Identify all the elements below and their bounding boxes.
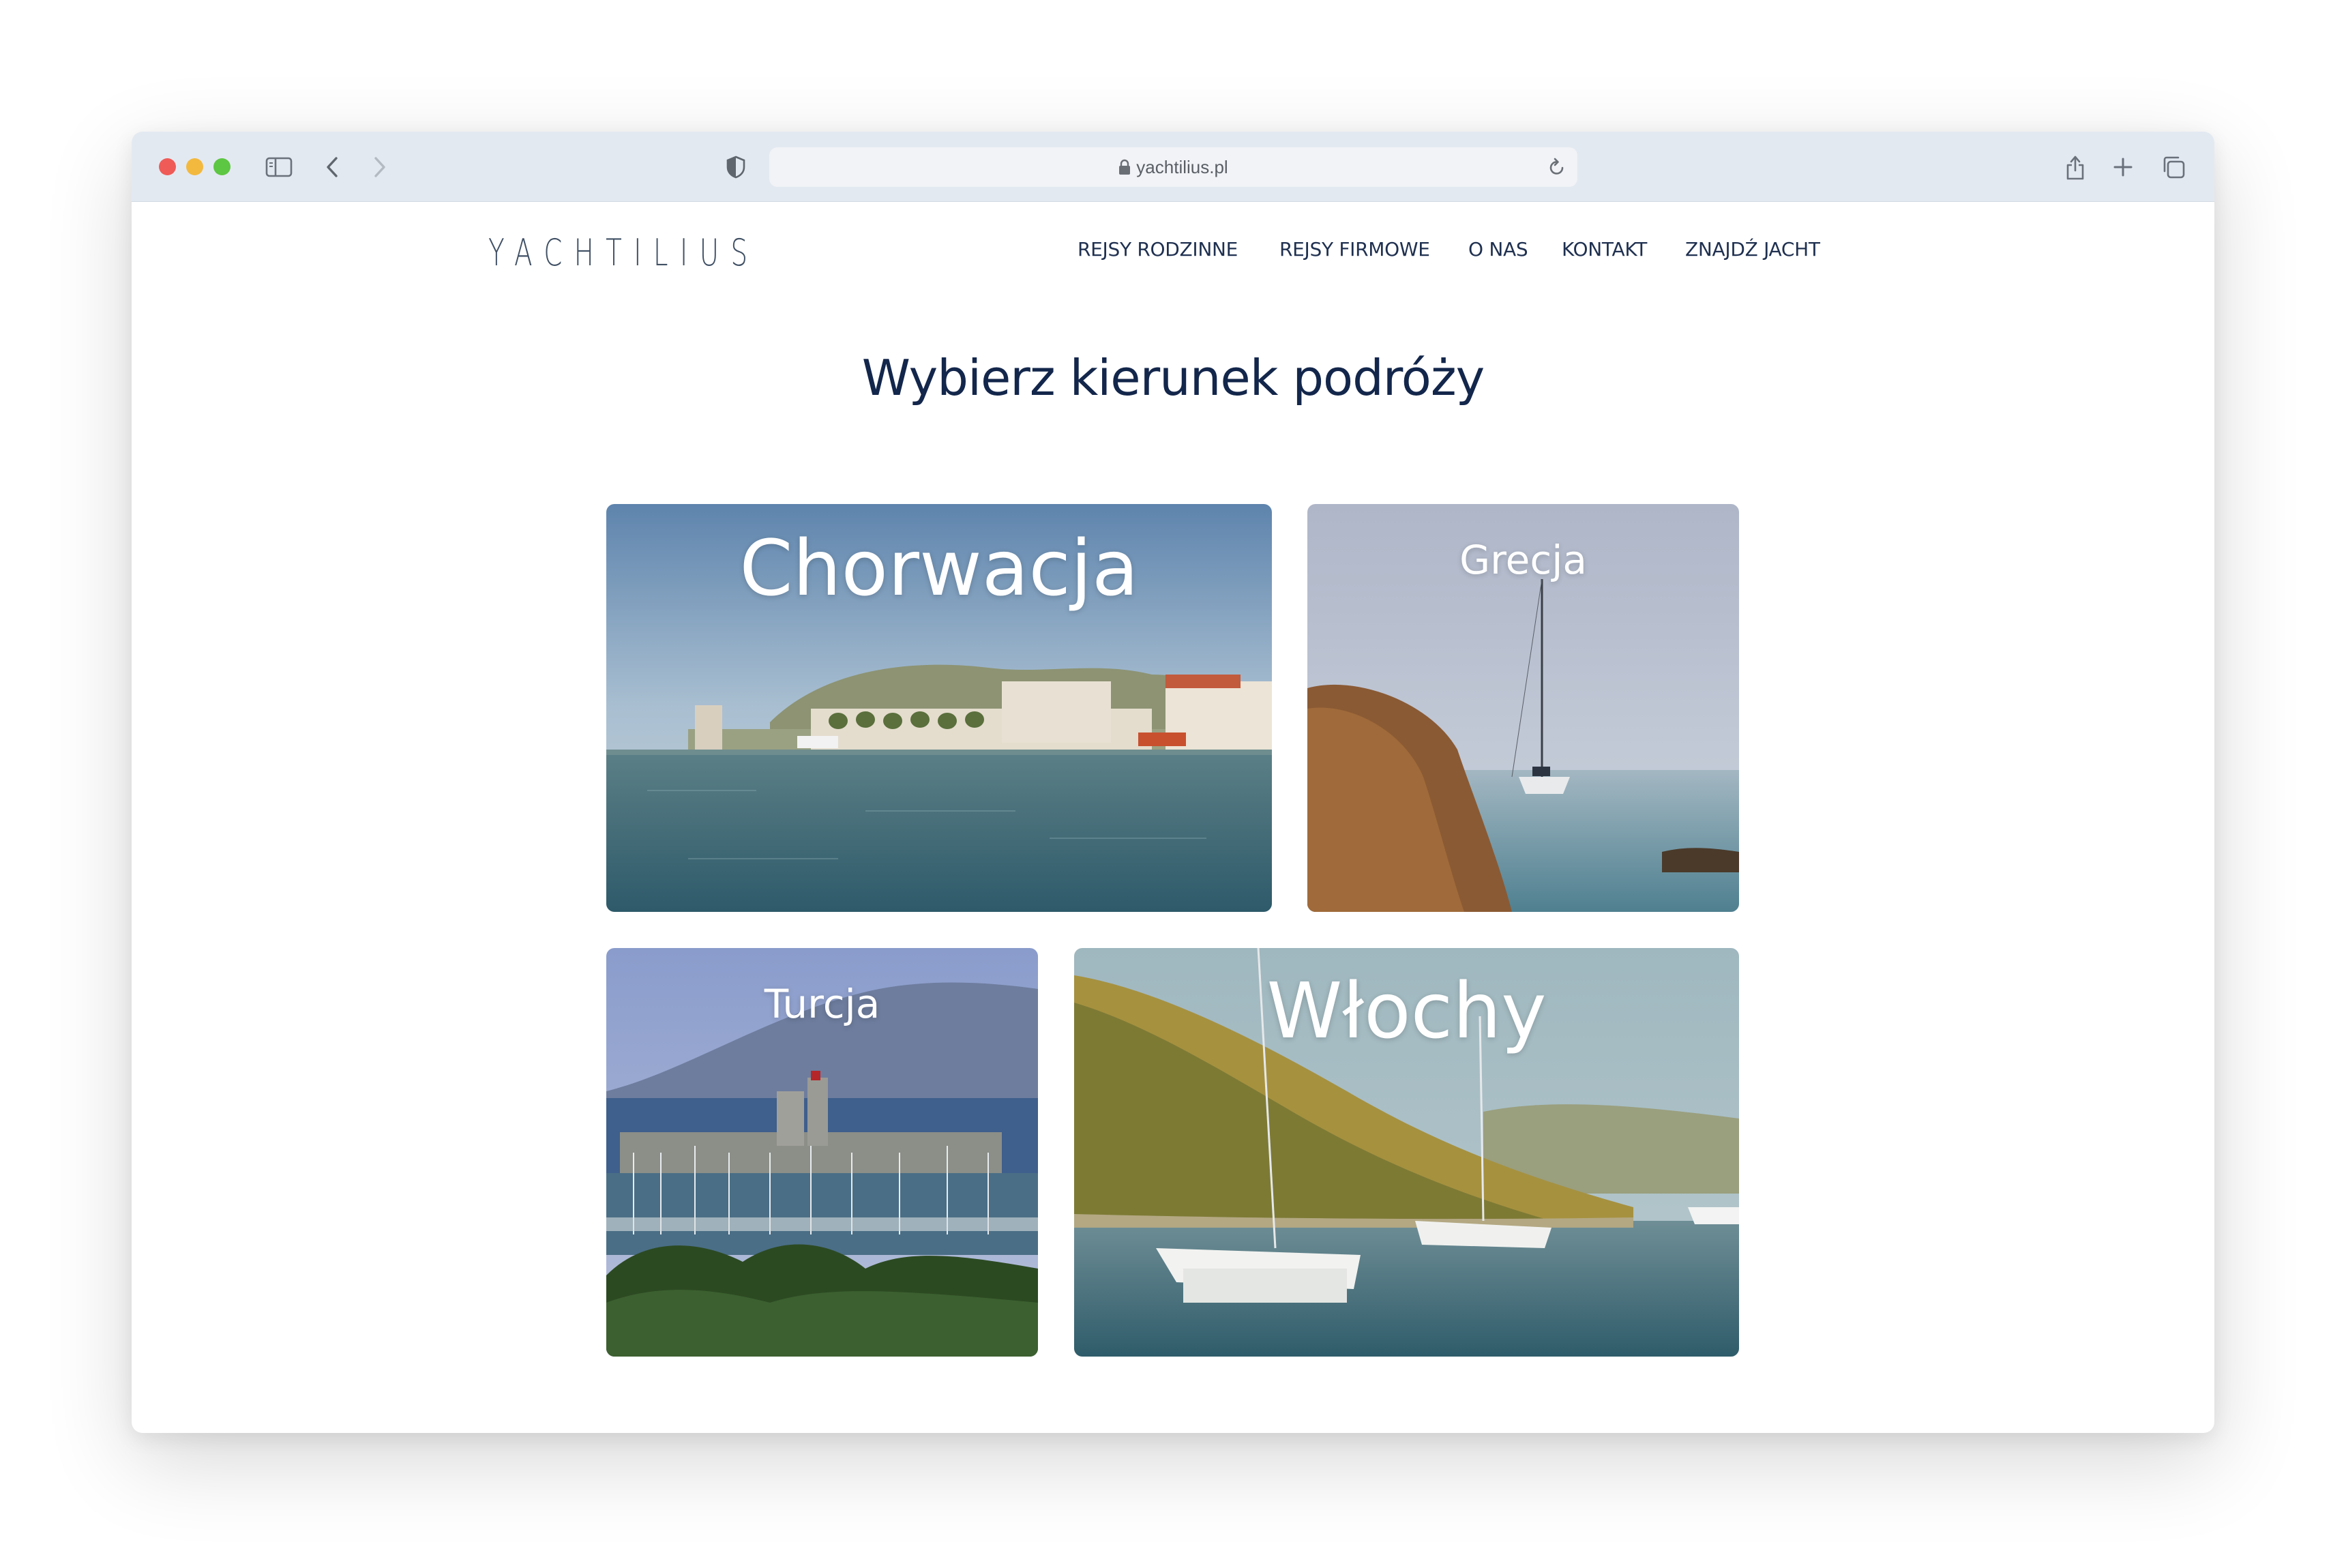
forward-icon[interactable] <box>363 151 396 183</box>
nav-kontakt[interactable]: KONTAKT <box>1562 238 1647 261</box>
tabs-overview-icon[interactable] <box>2157 151 2190 183</box>
browser-window: yachtilius.pl YACHTILIUS REJSY RODZINNE … <box>132 132 2214 1433</box>
destination-card-turcja[interactable]: Turcja <box>606 948 1038 1357</box>
new-tab-icon[interactable] <box>2107 151 2139 183</box>
close-window-button[interactable] <box>159 158 176 175</box>
destination-label: Chorwacja <box>739 524 1139 613</box>
reload-icon[interactable] <box>1543 153 1571 181</box>
destination-label: Włochy <box>1266 967 1547 1056</box>
destination-card-chorwacja[interactable]: Chorwacja <box>606 504 1272 912</box>
destination-card-grecja[interactable]: Grecja <box>1307 504 1739 912</box>
destination-label: Turcja <box>764 981 880 1027</box>
sidebar-icon[interactable] <box>263 151 295 183</box>
browser-toolbar: yachtilius.pl <box>132 132 2214 202</box>
back-icon[interactable] <box>316 151 348 183</box>
shield-icon[interactable] <box>719 151 752 183</box>
zoom-window-button[interactable] <box>213 158 231 175</box>
site-logo[interactable]: YACHTILIUS <box>488 231 759 274</box>
destination-card-wlochy[interactable]: Włochy <box>1074 948 1739 1357</box>
url-text: yachtilius.pl <box>1136 156 1228 177</box>
nav-znajdz-jacht[interactable]: ZNAJDŹ JACHT <box>1685 238 1820 261</box>
nav-o-nas[interactable]: O NAS <box>1468 238 1528 261</box>
page-title: Wybierz kierunek podróży <box>861 349 1485 406</box>
destination-label: Grecja <box>1459 537 1587 583</box>
address-bar[interactable]: yachtilius.pl <box>769 147 1577 187</box>
lock-icon <box>1118 159 1131 175</box>
nav-rejsy-firmowe[interactable]: REJSY FIRMOWE <box>1279 238 1430 261</box>
minimize-window-button[interactable] <box>186 158 203 175</box>
share-icon[interactable] <box>2059 151 2092 183</box>
nav-rejsy-rodzinne[interactable]: REJSY RODZINNE <box>1078 238 1238 261</box>
